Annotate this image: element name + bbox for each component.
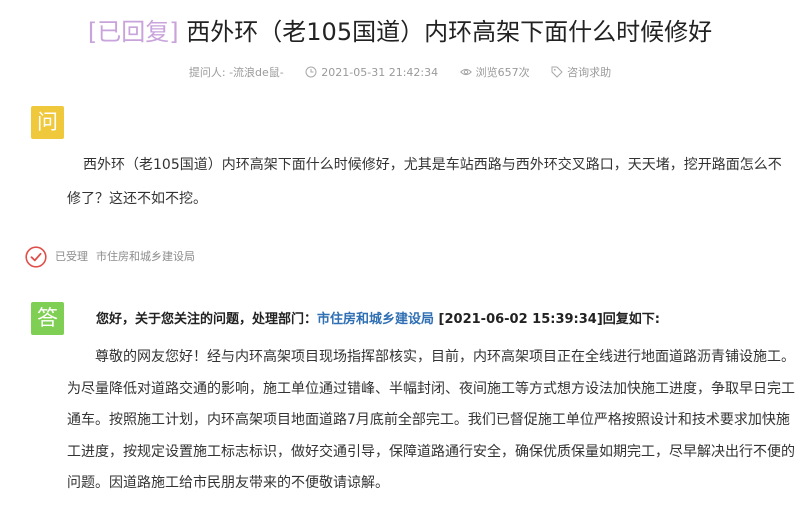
acceptance-department: 市住房和城乡建设局	[96, 250, 195, 263]
check-circle-icon	[25, 246, 47, 268]
asker-info[interactable]: 提问人: -流浪de鼠-	[189, 64, 284, 82]
answer-text: 尊敬的网友您好！经与内环高架项目现场指挥部核实，目前，内环高架项目正在全线进行地…	[67, 349, 795, 491]
status-tag: [已回复]	[87, 18, 179, 46]
acceptance-status: 已受理 市住房和城乡建设局	[25, 246, 195, 268]
post-detail-page: [已回复] 西外环（老105国道）内环高架下面什么时候修好 提问人: -流浪de…	[0, 0, 800, 520]
post-category[interactable]: 咨询求助	[551, 64, 611, 82]
post-datetime: 2021-05-31 21:42:34	[305, 64, 438, 82]
category-text: 咨询求助	[567, 66, 612, 79]
view-count: 浏览657次	[459, 64, 530, 82]
acceptance-status-text: 已受理	[55, 250, 88, 263]
clock-icon	[305, 66, 317, 78]
eye-icon	[459, 68, 472, 76]
datetime-text: 2021-05-31 21:42:34	[321, 66, 439, 79]
view-count-text: 浏览657次	[475, 66, 530, 79]
reply-header-suffix: [2021-06-02 15:39:34]回复如下:	[434, 312, 660, 327]
reply-header: 您好，关于您关注的问题，处理部门：市住房和城乡建设局 [2021-06-02 1…	[96, 308, 660, 332]
question-badge: 问	[31, 106, 64, 139]
post-title-text: 西外环（老105国道）内环高架下面什么时候修好	[186, 18, 713, 46]
tag-icon	[551, 66, 563, 78]
reply-department-link[interactable]: 市住房和城乡建设局	[317, 312, 434, 327]
question-text: 西外环（老105国道）内环高架下面什么时候修好，尤其是车站西路与西外环交叉路口，…	[67, 157, 782, 207]
post-meta: 提问人: -流浪de鼠- 2021-05-31 21:42:34 浏览657次 …	[0, 64, 800, 82]
reply-header-prefix: 您好，关于您关注的问题，处理部门：	[96, 312, 318, 327]
answer-badge: 答	[31, 302, 64, 335]
post-title: [已回复] 西外环（老105国道）内环高架下面什么时候修好	[0, 14, 800, 50]
